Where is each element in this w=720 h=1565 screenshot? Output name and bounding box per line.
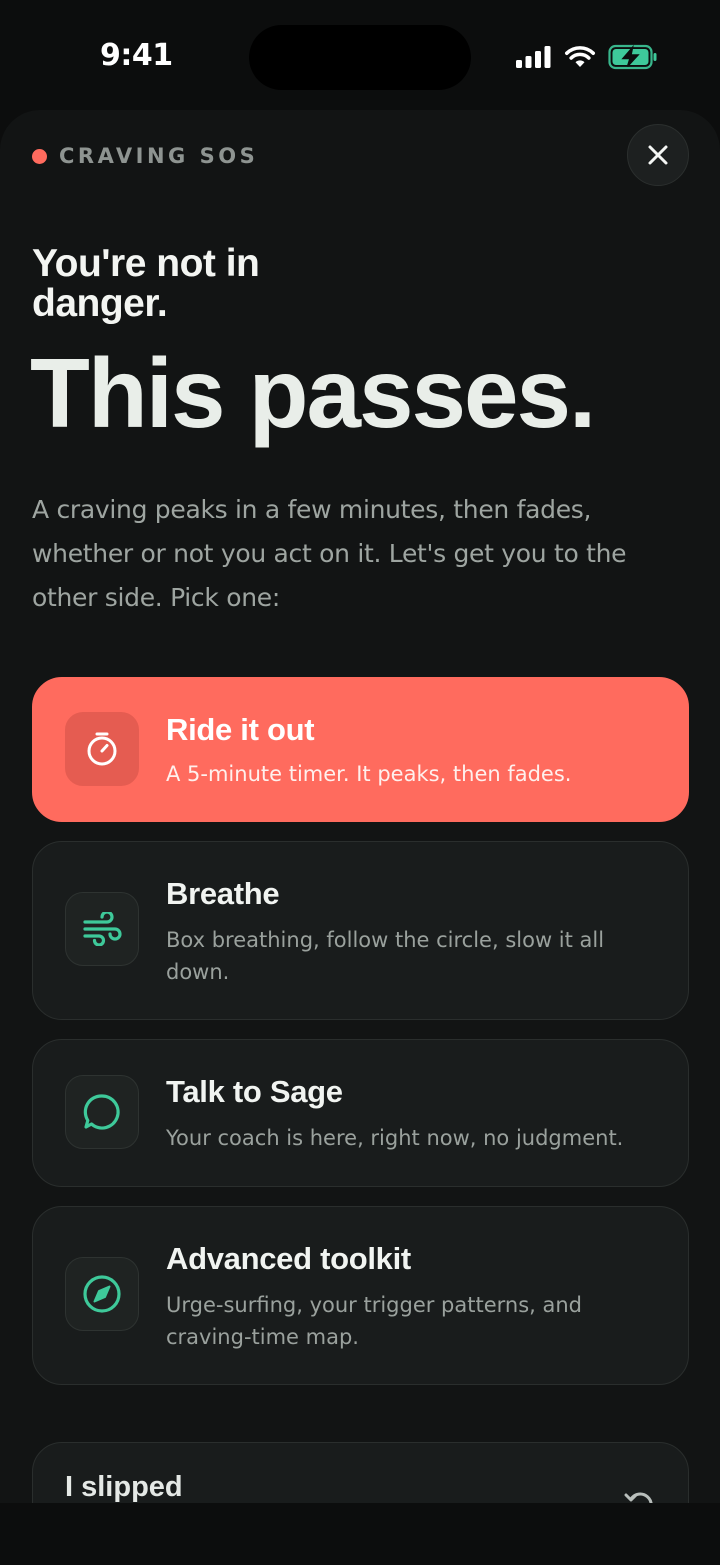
option-icon-container bbox=[65, 712, 139, 786]
option-icon-container bbox=[65, 1257, 139, 1331]
chat-bubble-icon bbox=[83, 1094, 120, 1130]
option-title: Breathe bbox=[166, 876, 280, 911]
cellular-signal-icon bbox=[516, 46, 551, 68]
option-breathe[interactable]: Breathe Box breathing, follow the circle… bbox=[32, 841, 689, 1020]
intro-text: A craving peaks in a few minutes, then f… bbox=[32, 495, 627, 612]
option-description: Your coach is here, right now, no judgme… bbox=[166, 1126, 624, 1150]
option-description: Box breathing, follow the circle, slow i… bbox=[166, 928, 605, 984]
wind-icon bbox=[83, 912, 122, 946]
close-icon bbox=[648, 145, 668, 165]
wifi-icon bbox=[565, 46, 595, 67]
sheet-eyebrow: CRAVING SOS bbox=[32, 144, 258, 168]
option-advanced-toolkit[interactable]: Advanced toolkit Urge-surfing, your trig… bbox=[32, 1206, 689, 1385]
dynamic-island bbox=[249, 25, 471, 90]
headline: This passes. bbox=[30, 338, 596, 448]
option-description: Urge-surfing, your trigger patterns, and… bbox=[166, 1293, 583, 1349]
slip-title: I slipped bbox=[65, 1471, 183, 1503]
option-description: A 5-minute timer. It peaks, then fades. bbox=[166, 762, 572, 786]
option-title: Advanced toolkit bbox=[166, 1241, 411, 1276]
option-title: Talk to Sage bbox=[166, 1074, 343, 1109]
timer-icon bbox=[87, 732, 117, 766]
option-ride-it-out[interactable]: Ride it out A 5-minute timer. It peaks, … bbox=[32, 677, 689, 822]
battery-charging-icon bbox=[608, 44, 657, 70]
subheadline: You're not in danger. bbox=[32, 242, 260, 325]
i-slipped-button[interactable]: I slipped bbox=[32, 1442, 689, 1505]
status-bar: 9:41 bbox=[0, 0, 720, 110]
craving-sos-sheet: CRAVING SOS You're not in danger. This p… bbox=[0, 110, 720, 1505]
status-icons bbox=[516, 44, 658, 70]
option-title: Ride it out bbox=[166, 712, 315, 747]
bottom-safe-area bbox=[0, 1503, 720, 1565]
compass-icon bbox=[83, 1275, 121, 1313]
eyebrow-label: CRAVING SOS bbox=[59, 144, 259, 168]
status-time: 9:41 bbox=[100, 38, 173, 73]
close-button[interactable] bbox=[627, 124, 689, 186]
option-icon-container bbox=[65, 1075, 139, 1149]
option-icon-container bbox=[65, 892, 139, 966]
alert-dot-icon bbox=[32, 148, 47, 164]
option-talk-to-sage[interactable]: Talk to Sage Your coach is here, right n… bbox=[32, 1039, 689, 1187]
